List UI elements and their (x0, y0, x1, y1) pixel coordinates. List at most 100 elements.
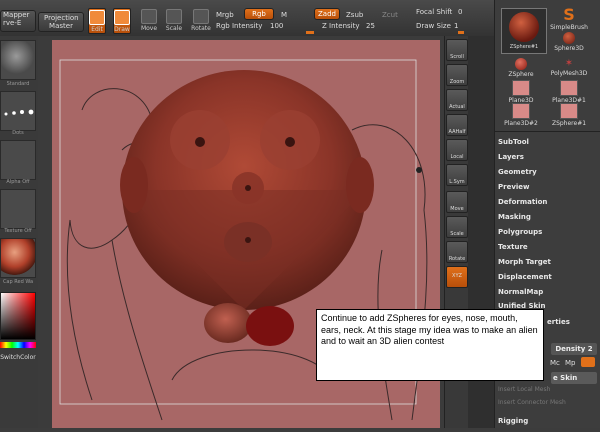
rotate-button[interactable]: Rotate (190, 8, 212, 34)
rotate-icon (193, 9, 209, 24)
mapper-button[interactable]: Mapper rve-E (0, 10, 36, 32)
scroll-button[interactable]: Scroll (446, 39, 468, 61)
z-intensity-handle[interactable] (308, 31, 314, 34)
zoom-button[interactable]: Zoom (446, 64, 468, 86)
scale-button[interactable]: Scale (165, 8, 183, 34)
insert-local-mesh-button[interactable]: Insert Local Mesh (498, 386, 550, 393)
move-label: Move (140, 25, 158, 32)
menu-morph-target[interactable]: Morph Target (498, 258, 551, 266)
material-caption: Cap Red Wa (2, 279, 34, 285)
menu-layers[interactable]: Layers (498, 153, 524, 161)
menu-normalmap[interactable]: NormalMap (498, 288, 543, 296)
edit-button[interactable]: Edit (88, 8, 106, 34)
subtool-zsphere-label: ZSphere (508, 71, 534, 78)
draw-size-handle[interactable] (458, 31, 464, 34)
color-picker[interactable] (0, 292, 36, 340)
stroke-thumbnail[interactable] (0, 91, 36, 131)
mp-toggle[interactable]: Mp (565, 359, 575, 367)
polymesh-icon: ✶ (564, 58, 574, 69)
zadd-toggle[interactable]: Zadd (314, 8, 340, 20)
edit-label: Edit (91, 26, 103, 33)
texture-thumbnail[interactable] (0, 189, 36, 229)
menu-properties[interactable]: erties (547, 318, 570, 326)
subtool-sphere3d[interactable]: Sphere3D (549, 32, 589, 52)
m-toggle[interactable]: M (281, 11, 287, 19)
menu-subtool[interactable]: SubTool (498, 138, 529, 146)
hue-strip[interactable] (0, 342, 36, 348)
eye-right (285, 137, 295, 147)
rotate-label: Rotate (191, 25, 211, 32)
local-button[interactable]: Local (446, 139, 468, 161)
alpha-caption: Alpha Off (6, 179, 30, 185)
move-button[interactable]: Move (140, 8, 158, 34)
make-skin-button[interactable]: e Skin (551, 372, 597, 384)
move-view-button[interactable]: Move (446, 191, 468, 213)
alpha-thumbnail[interactable] (0, 140, 36, 180)
menu-polygroups[interactable]: Polygroups (498, 228, 542, 236)
plane3d-2-icon (512, 103, 530, 119)
mc-toggle[interactable]: Mc (550, 359, 560, 367)
menu-texture[interactable]: Texture (498, 243, 528, 251)
zcut-toggle[interactable]: Zcut (382, 11, 398, 19)
menu-geometry[interactable]: Geometry (498, 168, 537, 176)
current-tool-label: ZSphere#1 (509, 44, 539, 50)
edit-icon (89, 10, 105, 25)
mrgb-toggle[interactable]: Mrgb (216, 11, 234, 19)
neck-sphere-left (204, 303, 252, 343)
menu-displacement[interactable]: Displacement (498, 273, 552, 281)
xyz-button[interactable]: XYZ (446, 266, 468, 288)
z-intensity-label: Z Intensity (322, 22, 360, 30)
focal-shift-value: 0 (458, 8, 463, 16)
draw-size-value: 1 (454, 22, 459, 30)
draw-button[interactable]: Draw (113, 8, 131, 34)
focal-shift-label: Focal Shift (416, 8, 453, 16)
menu-deformation[interactable]: Deformation (498, 198, 547, 206)
rotate-view-button[interactable]: Rotate (446, 241, 468, 263)
draw-label: Draw (114, 26, 130, 33)
subtool-plane3d-1[interactable]: Plane3D#1 (549, 80, 589, 104)
focal-shift-slider[interactable]: Focal Shift 0 (416, 8, 492, 18)
actual-button[interactable]: Actual (446, 89, 468, 111)
lsym-button[interactable]: L.Sym (446, 164, 468, 186)
scale-view-button[interactable]: Scale (446, 216, 468, 238)
switch-color-button[interactable]: SwitchColor (0, 354, 36, 361)
top-toolbar: Mapper rve-E Projection Master Edit Draw… (0, 0, 494, 37)
scale-icon (166, 9, 182, 24)
neck-sphere-right (246, 306, 294, 346)
subtool-plane3d-2-label: Plane3D#2 (504, 120, 538, 127)
z-intensity-slider[interactable]: Z Intensity 25 (308, 22, 414, 34)
plane3d-icon (512, 80, 530, 96)
brush-caption: Standard (6, 81, 30, 87)
rgb-intensity-slider[interactable]: Rgb Intensity 100 (216, 22, 312, 34)
aahalf-button[interactable]: AAHalf (446, 114, 468, 136)
zsub-toggle[interactable]: Zsub (346, 11, 363, 19)
draw-size-slider[interactable]: Draw Size 1 (416, 22, 492, 34)
projection-master-button[interactable]: Projection Master (38, 12, 84, 32)
subtool-plane3d[interactable]: Plane3D (501, 80, 541, 104)
cursor-marker (416, 167, 422, 173)
subtool-zsphere[interactable]: ZSphere (501, 58, 541, 78)
texture-caption: Texture Off (4, 228, 32, 234)
menu-rigging[interactable]: Rigging (498, 417, 528, 425)
left-tray: Standard Dots Alpha Off Texture Off Cap … (0, 36, 39, 428)
menu-preview[interactable]: Preview (498, 183, 530, 191)
zsphere-1-icon (560, 103, 578, 119)
subtool-polymesh3d-label: PolyMesh3D (550, 70, 588, 77)
material-thumbnail[interactable] (0, 238, 36, 278)
menu-masking[interactable]: Masking (498, 213, 531, 221)
color-swatch[interactable] (581, 357, 595, 367)
brush-thumbnail[interactable] (0, 40, 36, 80)
insert-connector-mesh-button[interactable]: Insert Connector Mesh (498, 399, 566, 406)
subtool-plane3d-2[interactable]: Plane3D#2 (501, 103, 541, 127)
ear-right (346, 157, 374, 213)
rgb-intensity-value: 100 (270, 22, 284, 30)
subtool-zsphere-1[interactable]: ZSphere#1 (549, 103, 589, 127)
subtool-simplebrush[interactable]: S SimpleBrush (549, 6, 589, 32)
ear-left (120, 157, 148, 213)
subtool-polymesh3d[interactable]: ✶ PolyMesh3D (549, 58, 589, 77)
rgb-toggle[interactable]: Rgb (244, 8, 274, 20)
subtool-sphere3d-label: Sphere3D (554, 45, 584, 52)
density-slider[interactable]: Density 2 (551, 343, 597, 355)
plane3d-1-icon (560, 80, 578, 96)
current-tool-thumb[interactable]: ZSphere#1 (501, 8, 547, 54)
